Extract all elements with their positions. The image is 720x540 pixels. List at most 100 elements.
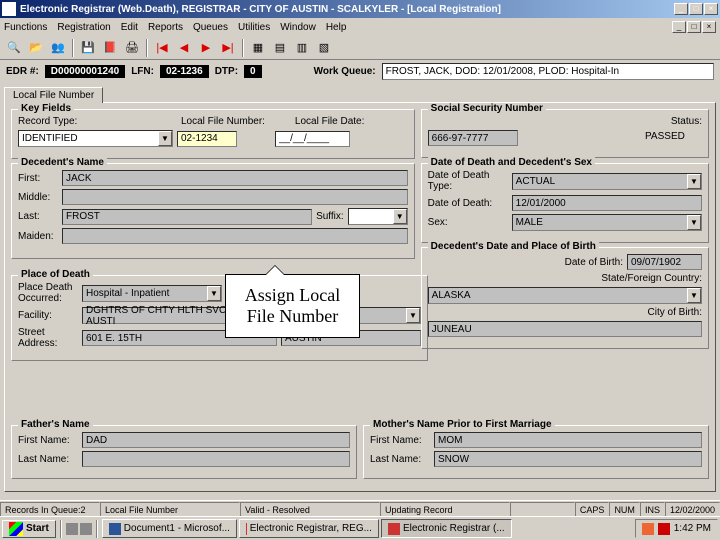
menu-functions[interactable]: Functions (4, 22, 47, 33)
windows-flag-icon (9, 522, 23, 536)
quicklaunch-icon[interactable] (80, 523, 92, 535)
menu-edit[interactable]: Edit (121, 22, 138, 33)
dob-group: Decedent's Date and Place of Birth Date … (421, 247, 709, 349)
task-registrar1[interactable]: Electronic Registrar, REG... (239, 519, 379, 538)
app-icon (2, 2, 16, 16)
tool-book-icon[interactable]: 📕 (100, 38, 120, 58)
lfn-label: LFN: (131, 66, 154, 77)
menu-bar: Functions Registration Edit Reports Queu… (0, 18, 720, 36)
dod-legend: Date of Death and Decedent's Sex (428, 157, 595, 168)
ssn-legend: Social Security Number (428, 103, 546, 114)
dob-label: Date of Birth: (565, 257, 623, 268)
dod-date-label: Date of Death: (428, 198, 508, 209)
maiden-label: Maiden: (18, 231, 58, 242)
ssn-group: Social Security Number Status: PASSED (421, 109, 709, 158)
menu-reports[interactable]: Reports (148, 22, 183, 33)
edr-label: EDR #: (6, 66, 39, 77)
mdi-close-button[interactable]: × (702, 21, 716, 33)
maximize-button[interactable]: □ (689, 3, 703, 15)
lfn-field-label: Local File Number: (181, 116, 265, 127)
toolbar: 🔍 📂 👥 💾 📕 🖨 |◀ ◀ ▶ ▶| ▦ ▤ ▥ ▧ (0, 36, 720, 60)
pod-place-select: Hospital - Inpatient▼ (82, 285, 222, 302)
place-of-death-group: Place of Death Place Death Occurred: Hos… (11, 275, 428, 361)
tool-first-icon[interactable]: |◀ (152, 38, 172, 58)
local-file-number-input[interactable] (177, 131, 237, 147)
tool-people-icon[interactable]: 👥 (48, 38, 68, 58)
tool-open-icon[interactable]: 📂 (26, 38, 46, 58)
lfn-value: 02-1236 (160, 65, 209, 78)
mdi-maximize-button[interactable]: □ (687, 21, 701, 33)
menu-utilities[interactable]: Utilities (238, 22, 270, 33)
dob-legend: Decedent's Date and Place of Birth (428, 241, 599, 252)
decedent-legend: Decedent's Name (18, 157, 107, 168)
first-label: First: (18, 173, 58, 184)
word-icon (109, 523, 121, 535)
tool-grid3-icon[interactable]: ▥ (292, 38, 312, 58)
record-type-select[interactable]: IDENTIFIED ▼ (18, 130, 173, 147)
window-title: Electronic Registrar (Web.Death), REGIST… (20, 4, 674, 15)
dod-group: Date of Death and Decedent's Sex Date of… (421, 163, 709, 243)
task-word[interactable]: Document1 - Microsof... (102, 519, 237, 538)
birth-state-select: ALASKA▼ (428, 287, 702, 304)
mother-first-label: First Name: (370, 435, 430, 446)
start-button[interactable]: Start (2, 520, 56, 538)
tool-last-icon[interactable]: ▶| (218, 38, 238, 58)
menu-window[interactable]: Window (280, 22, 316, 33)
local-file-date-input[interactable] (275, 131, 350, 147)
tool-print-icon[interactable]: 🖨 (122, 38, 142, 58)
menu-help[interactable]: Help (326, 22, 347, 33)
pod-street-label: Street Address: (18, 327, 78, 349)
tab-local-file-number[interactable]: Local File Number (4, 87, 103, 103)
dob-input (627, 254, 702, 270)
status-ins: INS (640, 502, 665, 517)
dod-type-select: ACTUAL▼ (512, 173, 702, 190)
tray-icon[interactable] (642, 523, 654, 535)
chevron-down-icon: ▼ (207, 286, 221, 301)
tool-grid4-icon[interactable]: ▧ (314, 38, 334, 58)
mother-legend: Mother's Name Prior to First Marriage (370, 419, 555, 430)
mother-last-label: Last Name: (370, 454, 430, 465)
pod-facility-label: Facility: (18, 310, 78, 321)
decedent-name-group: Decedent's Name First: Middle: Last: Suf… (11, 163, 415, 259)
status-updating: Updating Record (380, 502, 510, 517)
mother-group: Mother's Name Prior to First Marriage Fi… (363, 425, 709, 479)
assign-lfn-callout: Assign Local File Number (225, 274, 360, 338)
status-records: Records In Queue:2 (0, 502, 100, 517)
tool-grid2-icon[interactable]: ▤ (270, 38, 290, 58)
father-group: Father's Name First Name: Last Name: (11, 425, 357, 479)
clock: 1:42 PM (674, 523, 711, 534)
tray-icon[interactable] (658, 523, 670, 535)
birth-city-input (428, 321, 702, 337)
chevron-down-icon: ▼ (687, 288, 701, 303)
status-validation: Valid - Resolved (240, 502, 380, 517)
mother-first-input (434, 432, 702, 448)
menu-queues[interactable]: Queues (193, 22, 228, 33)
minimize-button[interactable]: _ (674, 3, 688, 15)
tool-save-icon[interactable]: 💾 (78, 38, 98, 58)
dtp-label: DTP: (215, 66, 238, 77)
tool-prev-icon[interactable]: ◀ (174, 38, 194, 58)
mother-last-input (434, 451, 702, 467)
last-input (62, 209, 312, 225)
task-registrar2[interactable]: Electronic Registrar (... (381, 519, 512, 538)
father-legend: Father's Name (18, 419, 93, 430)
tool-next-icon[interactable]: ▶ (196, 38, 216, 58)
mdi-minimize-button[interactable]: _ (672, 21, 686, 33)
content-area: Local File Number Key Fields Record Type… (0, 82, 720, 500)
tool-binoculars-icon[interactable]: 🔍 (4, 38, 24, 58)
chevron-down-icon: ▼ (393, 209, 407, 224)
close-button[interactable]: × (704, 3, 718, 15)
dod-type-label: Date of Death Type: (428, 170, 508, 192)
key-fields-group: Key Fields Record Type: Local File Numbe… (11, 109, 415, 159)
workqueue-input[interactable] (382, 63, 714, 80)
workqueue-label: Work Queue: (314, 66, 376, 77)
quicklaunch-icon[interactable] (66, 523, 78, 535)
menu-registration[interactable]: Registration (57, 22, 110, 33)
title-bar: Electronic Registrar (Web.Death), REGIST… (0, 0, 720, 18)
taskbar: Start Document1 - Microsof... Electronic… (0, 516, 720, 540)
chevron-down-icon[interactable]: ▼ (158, 131, 172, 146)
tool-grid1-icon[interactable]: ▦ (248, 38, 268, 58)
birth-city-label: City of Birth: (648, 307, 702, 318)
status-num: NUM (609, 502, 640, 517)
system-tray: 1:42 PM (635, 519, 718, 538)
